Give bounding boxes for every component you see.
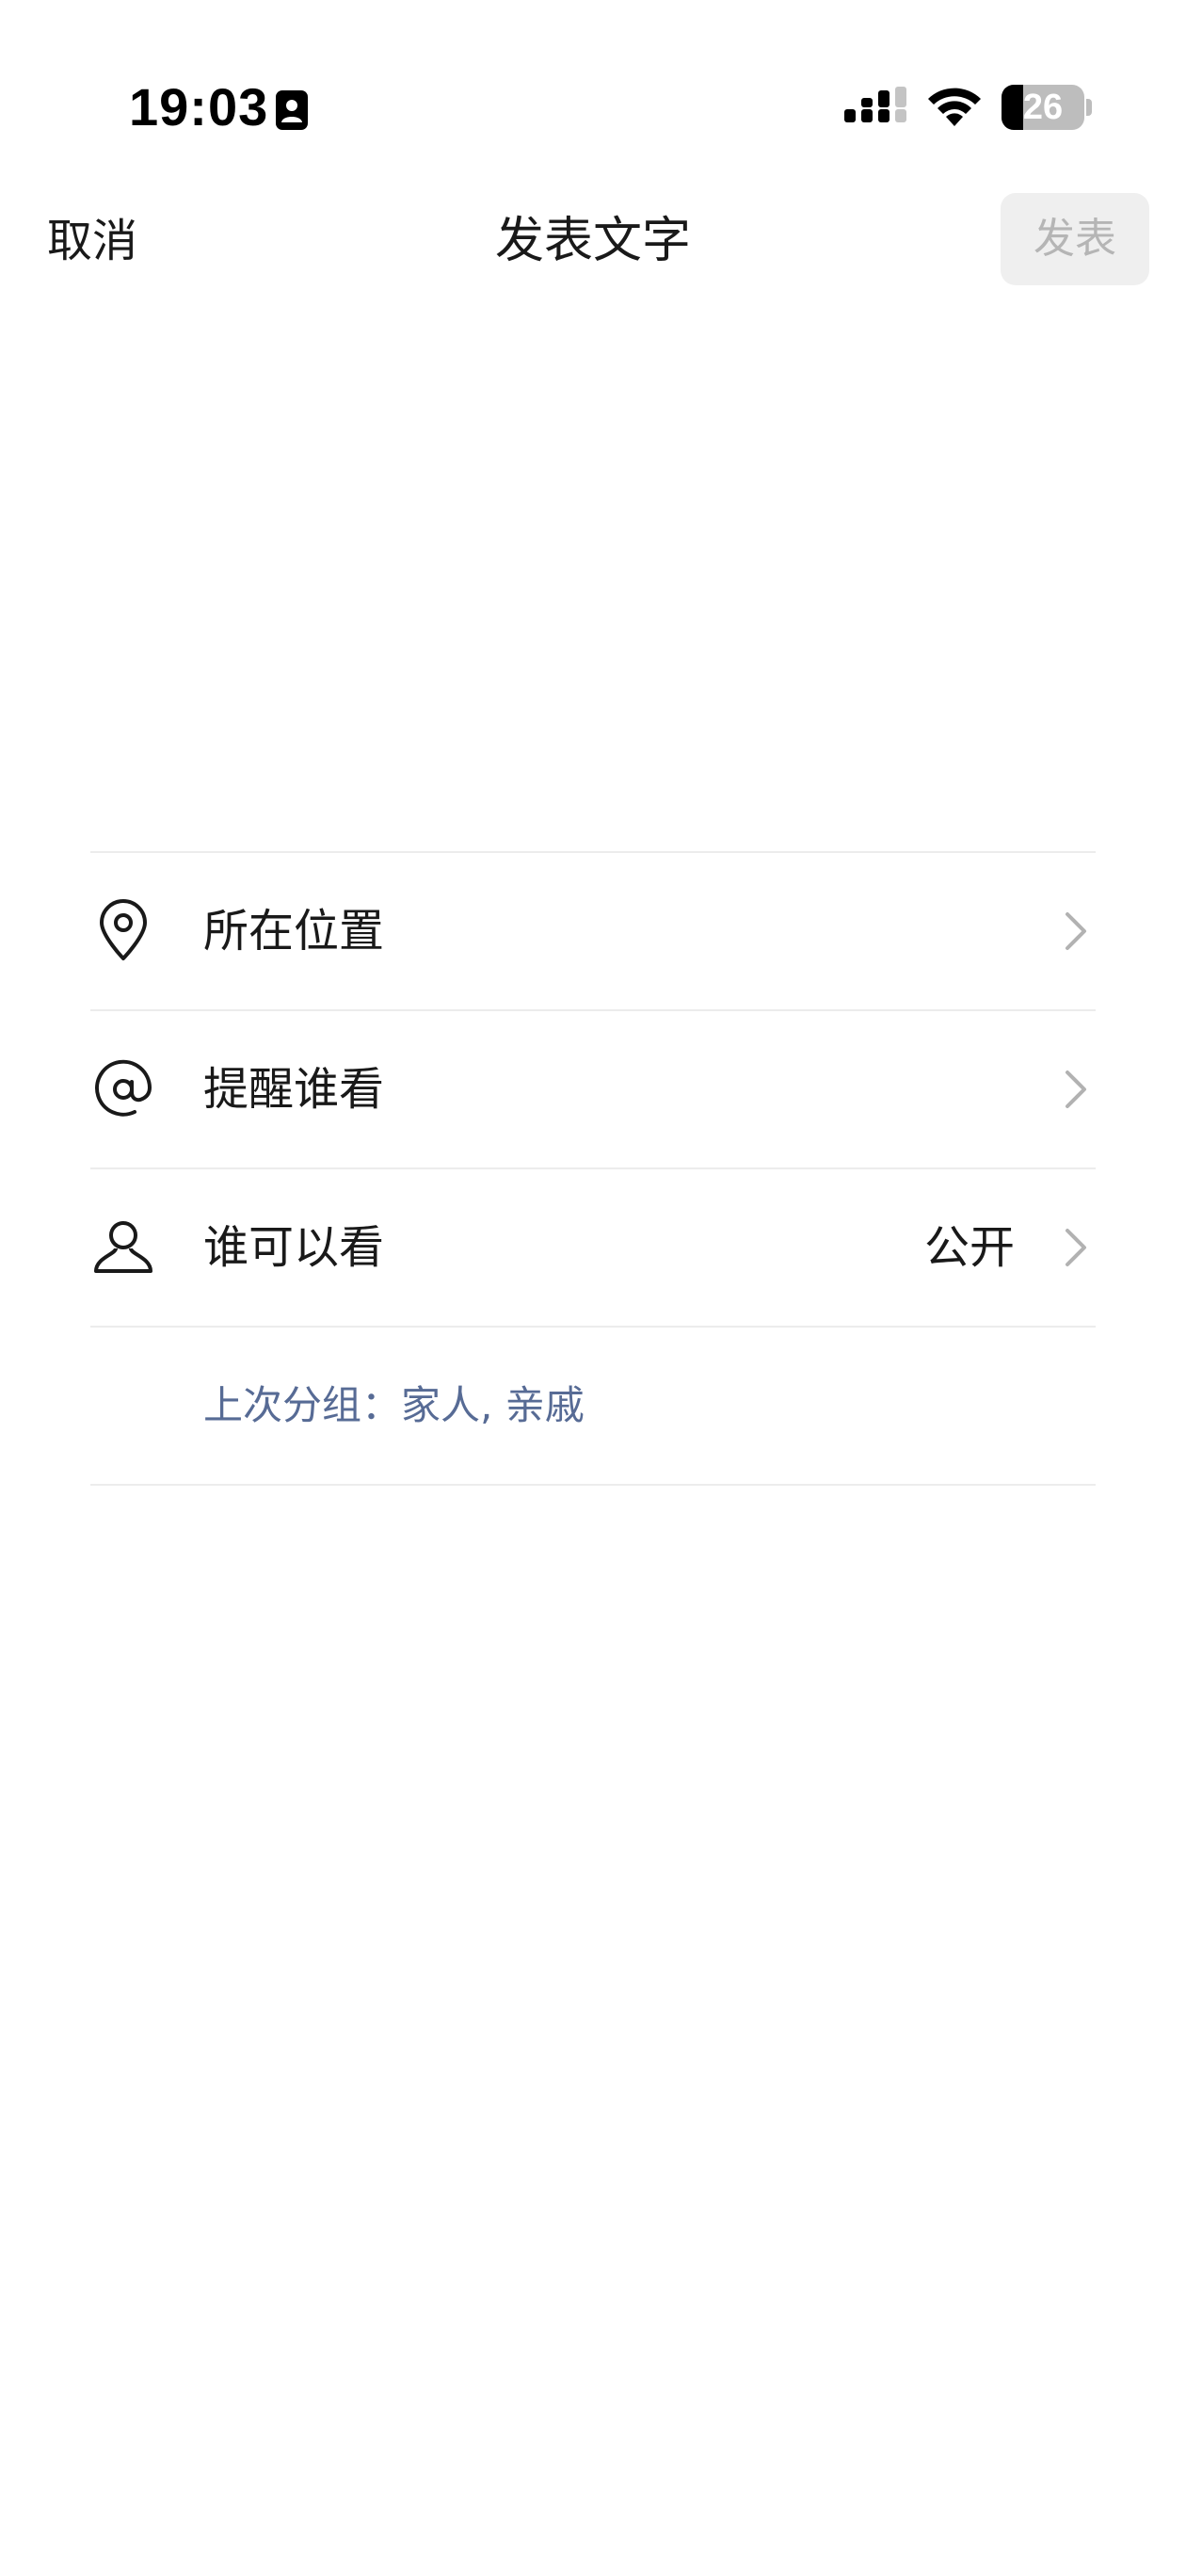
publish-button[interactable]: 发表 — [1001, 193, 1149, 285]
last-group-text[interactable]: 上次分组：家人, 亲戚 — [203, 1328, 585, 1484]
battery-icon: 26 — [1002, 85, 1092, 130]
person-icon — [94, 1221, 152, 1273]
location-pin-icon — [100, 899, 147, 960]
chevron-right-icon — [1066, 1071, 1086, 1108]
chevron-right-icon — [1066, 1229, 1086, 1266]
last-group-row[interactable]: 上次分组：家人, 亲戚 — [90, 1328, 1096, 1486]
location-row[interactable]: 所在位置 — [90, 853, 1096, 1011]
focus-contact-icon — [276, 90, 308, 130]
status-bar: 19:03 26 — [0, 0, 1186, 169]
location-label: 所在位置 — [203, 905, 385, 958]
battery-percentage: 26 — [1022, 88, 1064, 127]
at-icon — [95, 1059, 152, 1117]
mention-label: 提醒谁看 — [203, 1063, 385, 1116]
chevron-right-icon — [1066, 912, 1086, 950]
post-options-list: 所在位置 提醒谁看 谁可以看 公开 上次分组：家人, 亲戚 — [90, 851, 1096, 1486]
battery-body: 26 — [1002, 85, 1084, 130]
mention-row[interactable]: 提醒谁看 — [90, 1011, 1096, 1169]
battery-cap — [1086, 99, 1092, 116]
wifi-icon — [928, 88, 981, 126]
cancel-button[interactable]: 取消 — [47, 211, 137, 271]
visibility-value: 公开 — [923, 1221, 1015, 1274]
visibility-label: 谁可以看 — [203, 1221, 385, 1274]
status-time: 19:03 — [129, 77, 269, 137]
visibility-row[interactable]: 谁可以看 公开 — [90, 1169, 1096, 1328]
signal-icon — [844, 87, 906, 122]
post-text-input[interactable] — [90, 320, 1103, 810]
